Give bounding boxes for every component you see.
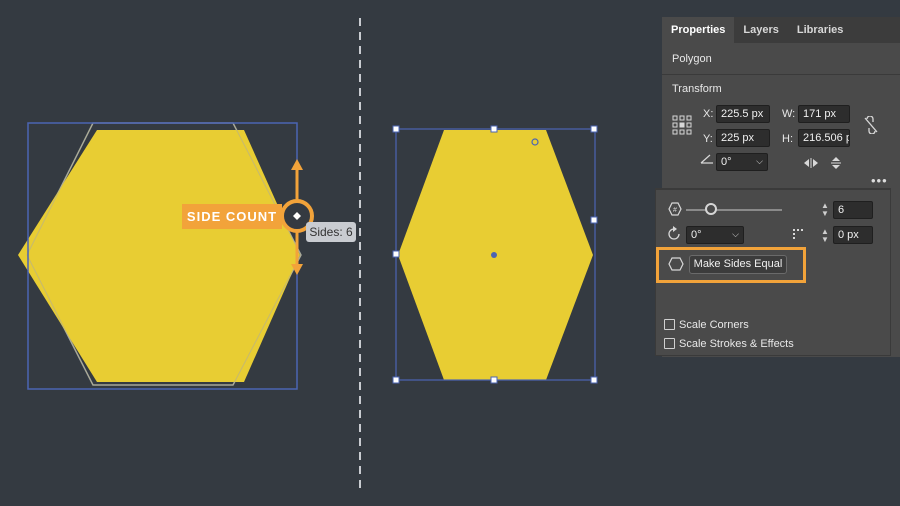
h-label: H:: [782, 133, 793, 145]
sides-tooltip: Sides: 6: [306, 222, 356, 242]
polygon-rotation-value: 0°: [691, 229, 702, 241]
y-input[interactable]: 225 px: [716, 129, 770, 147]
side-count-stepper[interactable]: ▲ ▼: [819, 202, 831, 218]
side-count-slider-track[interactable]: [686, 209, 782, 211]
panel-tabs: Properties Layers Libraries: [662, 17, 900, 43]
polygon-options-panel: # ▲ ▼ 6 0° ⌵ ▲ ▼ 0 px Make Sides Equal Sca…: [656, 189, 890, 355]
link-break-icon[interactable]: [863, 116, 879, 134]
x-input[interactable]: 225.5 px: [716, 105, 770, 123]
scale-strokes-checkbox[interactable]: [664, 338, 675, 349]
rotation-value: 0°: [721, 156, 732, 168]
side-count-callout: SIDE COUNT: [182, 204, 282, 229]
w-label: W:: [782, 108, 796, 120]
object-type-label: Polygon: [672, 53, 712, 65]
w-input[interactable]: 171 px: [798, 105, 850, 123]
transform-title: Transform: [672, 83, 722, 95]
center-point: [491, 252, 497, 258]
chevron-down-icon: ⌵: [756, 156, 763, 166]
corner-widget[interactable]: [531, 138, 539, 146]
scale-corners-checkbox[interactable]: [664, 319, 675, 330]
hexagon-left[interactable]: [18, 130, 300, 382]
chevron-down-icon: ⌵: [732, 229, 739, 239]
y-label: Y:: [703, 133, 713, 145]
corner-radius-stepper[interactable]: ▲ ▼: [819, 228, 831, 244]
rotate-angle-icon: [700, 154, 713, 164]
corner-radius-input[interactable]: 0 px: [833, 226, 873, 244]
tab-properties[interactable]: Properties: [662, 17, 735, 43]
tab-layers[interactable]: Layers: [734, 17, 787, 43]
flip-vertical-icon[interactable]: [830, 156, 842, 170]
tab-libraries[interactable]: Libraries: [788, 17, 852, 43]
polygon-rotation-select[interactable]: 0° ⌵: [686, 226, 744, 244]
flip-horizontal-icon[interactable]: [803, 157, 819, 169]
corner-radius-icon: [793, 229, 803, 239]
arrow-up-icon: [291, 159, 303, 170]
side-count-input[interactable]: 6: [833, 201, 873, 219]
hexagon-count-icon: #: [668, 202, 682, 216]
x-label: X:: [703, 108, 714, 120]
hexagon-icon: [668, 257, 684, 271]
polygon-rotate-icon: [668, 226, 680, 240]
ellipsis-icon[interactable]: •••: [871, 174, 888, 187]
make-sides-equal-button[interactable]: Make Sides Equal: [689, 255, 787, 274]
side-count-slider-knob[interactable]: [705, 203, 717, 215]
scale-corners-label: Scale Corners: [679, 319, 749, 331]
scale-strokes-label: Scale Strokes & Effects: [679, 338, 794, 350]
divider: [662, 74, 900, 75]
reference-point-icon[interactable]: [672, 115, 692, 135]
rotation-select[interactable]: 0° ⌵: [716, 153, 768, 171]
h-input[interactable]: 216.506 p: [798, 129, 850, 147]
svg-text:#: #: [673, 207, 677, 214]
